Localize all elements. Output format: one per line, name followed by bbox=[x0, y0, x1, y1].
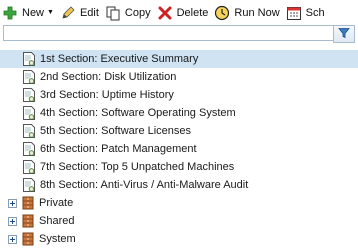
delete-button-label: Delete bbox=[176, 6, 209, 19]
toolbar: New ▼ Edit Copy Delete Run Now Sch bbox=[0, 0, 358, 25]
new-button[interactable]: New ▼ bbox=[0, 3, 58, 23]
tree-item-label: 2nd Section: Disk Utilization bbox=[40, 71, 177, 83]
edit-button[interactable]: Edit bbox=[58, 3, 103, 23]
report-document-icon bbox=[22, 51, 36, 67]
tree-item-section-5[interactable]: 5th Section: Software Licenses bbox=[0, 122, 358, 140]
tree-item-section-2[interactable]: 2nd Section: Disk Utilization bbox=[0, 68, 358, 86]
tree-item-section-3[interactable]: 3rd Section: Uptime History bbox=[0, 86, 358, 104]
report-document-icon bbox=[22, 87, 36, 103]
folder-cabinet-icon bbox=[21, 196, 35, 210]
filter-button[interactable] bbox=[333, 25, 355, 43]
report-document-icon bbox=[22, 159, 36, 175]
tree-item-label: 1st Section: Executive Summary bbox=[40, 53, 199, 65]
copy-button-label: Copy bbox=[124, 6, 151, 19]
report-document-icon bbox=[22, 69, 36, 85]
schedule-button-label: Sch bbox=[305, 6, 325, 19]
tree-item-section-1[interactable]: 1st Section: Executive Summary bbox=[0, 50, 358, 68]
run-now-button[interactable]: Run Now bbox=[212, 3, 283, 23]
filter-input[interactable] bbox=[3, 25, 333, 41]
tree-item-label: 7th Section: Top 5 Unpatched Machines bbox=[40, 161, 235, 173]
copy-button[interactable]: Copy bbox=[103, 3, 155, 23]
clock-icon bbox=[214, 5, 230, 21]
tree-folder-system[interactable]: System bbox=[0, 230, 358, 248]
report-document-icon bbox=[22, 141, 36, 157]
report-document-icon bbox=[22, 177, 36, 193]
tree-folder-label: Private bbox=[39, 197, 74, 209]
report-tree: 1st Section: Executive Summary 2nd Secti… bbox=[0, 50, 358, 248]
tree-item-label: 4th Section: Software Operating System bbox=[40, 107, 236, 119]
tree-folder-shared[interactable]: Shared bbox=[0, 212, 358, 230]
edit-button-label: Edit bbox=[79, 6, 99, 19]
filter-funnel-icon bbox=[338, 27, 350, 42]
filter-bar bbox=[3, 25, 355, 43]
folder-cabinet-icon bbox=[21, 232, 35, 246]
tree-item-section-8[interactable]: 8th Section: Anti-Virus / Anti-Malware A… bbox=[0, 176, 358, 194]
tree-item-section-4[interactable]: 4th Section: Software Operating System bbox=[0, 104, 358, 122]
expand-plus-icon[interactable] bbox=[8, 198, 17, 208]
copy-icon bbox=[105, 5, 121, 21]
tree-item-label: 5th Section: Software Licenses bbox=[40, 125, 192, 137]
tree-item-label: 8th Section: Anti-Virus / Anti-Malware A… bbox=[40, 179, 249, 191]
tree-folder-label: Shared bbox=[39, 215, 75, 227]
report-document-icon bbox=[22, 105, 36, 121]
tree-item-label: 3rd Section: Uptime History bbox=[40, 89, 174, 101]
new-button-label: New bbox=[22, 6, 45, 19]
tree-folder-label: System bbox=[39, 233, 76, 245]
delete-button[interactable]: Delete bbox=[155, 3, 213, 23]
folder-cabinet-icon bbox=[21, 214, 35, 228]
tree-folder-private[interactable]: Private bbox=[0, 194, 358, 212]
plus-icon bbox=[2, 5, 18, 21]
pencil-icon bbox=[60, 5, 76, 21]
tree-item-section-7[interactable]: 7th Section: Top 5 Unpatched Machines bbox=[0, 158, 358, 176]
report-document-icon bbox=[22, 123, 36, 139]
tree-item-label: 6th Section: Patch Management bbox=[40, 143, 197, 155]
delete-x-icon bbox=[157, 5, 173, 21]
calendar-icon bbox=[286, 5, 302, 21]
expand-plus-icon[interactable] bbox=[8, 234, 17, 244]
run-now-button-label: Run Now bbox=[234, 6, 280, 19]
schedule-button[interactable]: Sch bbox=[284, 3, 329, 23]
dropdown-caret-icon: ▼ bbox=[47, 9, 54, 16]
tree-item-section-6[interactable]: 6th Section: Patch Management bbox=[0, 140, 358, 158]
expand-plus-icon[interactable] bbox=[8, 216, 17, 226]
